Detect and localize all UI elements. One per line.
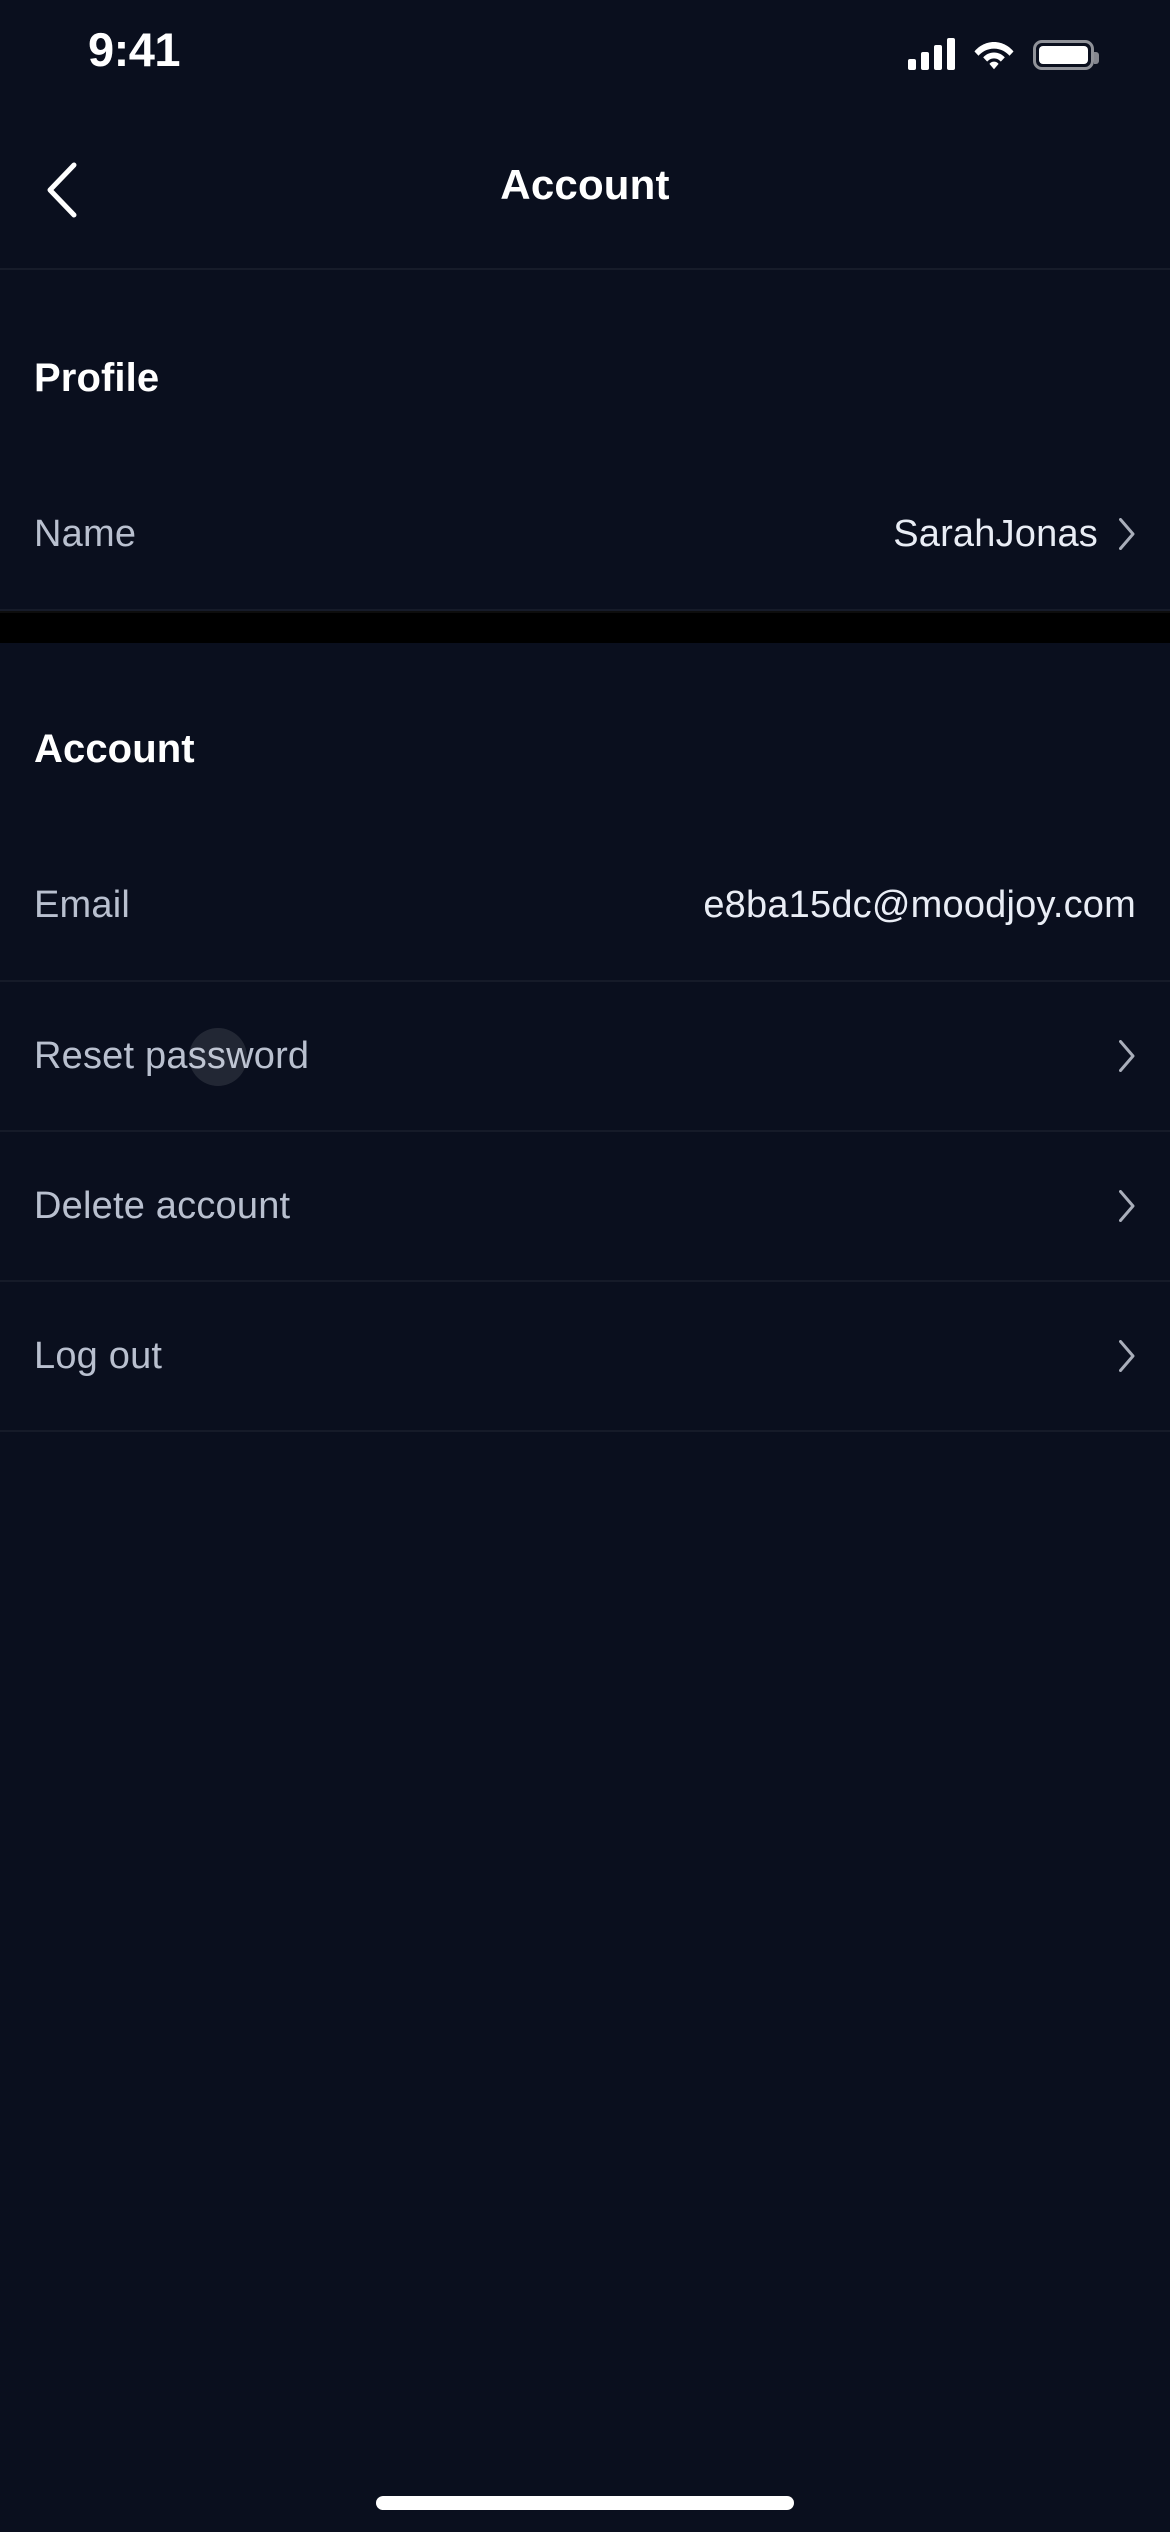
home-indicator[interactable] — [376, 2496, 794, 2510]
settings-content: Profile Name SarahJonas Account Email e8… — [0, 272, 1170, 1432]
battery-full-icon — [1033, 40, 1099, 70]
section-heading-profile: Profile — [34, 356, 160, 400]
row-value: SarahJonas — [893, 512, 1098, 555]
row-label: Name — [34, 512, 137, 555]
nav-bar: Account — [0, 100, 1170, 270]
section-heading-account: Account — [34, 727, 195, 771]
row-right-group: SarahJonas — [893, 513, 1136, 556]
account-list-divider — [0, 1430, 1170, 1432]
row-right-group: e8ba15dc@moodjoy.com — [703, 884, 1136, 927]
status-time: 9:41 — [88, 23, 181, 76]
row-value: e8ba15dc@moodjoy.com — [703, 883, 1136, 926]
chevron-right-icon — [1119, 1190, 1135, 1222]
row-label: Reset password — [34, 1034, 310, 1077]
row-label: Log out — [34, 1334, 163, 1377]
section-account: Account Email e8ba15dc@moodjoy.com Reset… — [0, 643, 1170, 1432]
status-icons — [908, 30, 1099, 70]
page-title: Account — [500, 161, 670, 208]
signal-bars-icon — [908, 36, 955, 70]
section-separator-band — [0, 611, 1170, 643]
section-profile: Profile Name SarahJonas — [0, 272, 1170, 611]
row-right-group — [1118, 1039, 1136, 1073]
status-bar: 9:41 — [0, 0, 1170, 100]
row-label: Delete account — [34, 1184, 291, 1227]
row-delete-account[interactable]: Delete account — [0, 1130, 1170, 1280]
row-log-out[interactable]: Log out — [0, 1280, 1170, 1430]
chevron-right-icon — [1119, 1040, 1135, 1072]
wifi-icon — [973, 38, 1015, 70]
row-name[interactable]: Name SarahJonas — [0, 459, 1170, 609]
profile-row-list: Name SarahJonas — [0, 459, 1170, 609]
row-right-group — [1118, 1339, 1136, 1373]
row-email: Email e8ba15dc@moodjoy.com — [0, 830, 1170, 980]
row-reset-password[interactable]: Reset password — [0, 980, 1170, 1130]
row-label: Email — [34, 883, 131, 926]
row-right-group — [1118, 1189, 1136, 1223]
chevron-right-icon — [1119, 1340, 1135, 1372]
app-screen: 9:41 Account Profile Name SarahJonas Acc… — [0, 0, 1170, 2532]
account-row-list: Email e8ba15dc@moodjoy.com Reset passwor… — [0, 830, 1170, 1430]
chevron-right-icon — [1119, 518, 1135, 550]
